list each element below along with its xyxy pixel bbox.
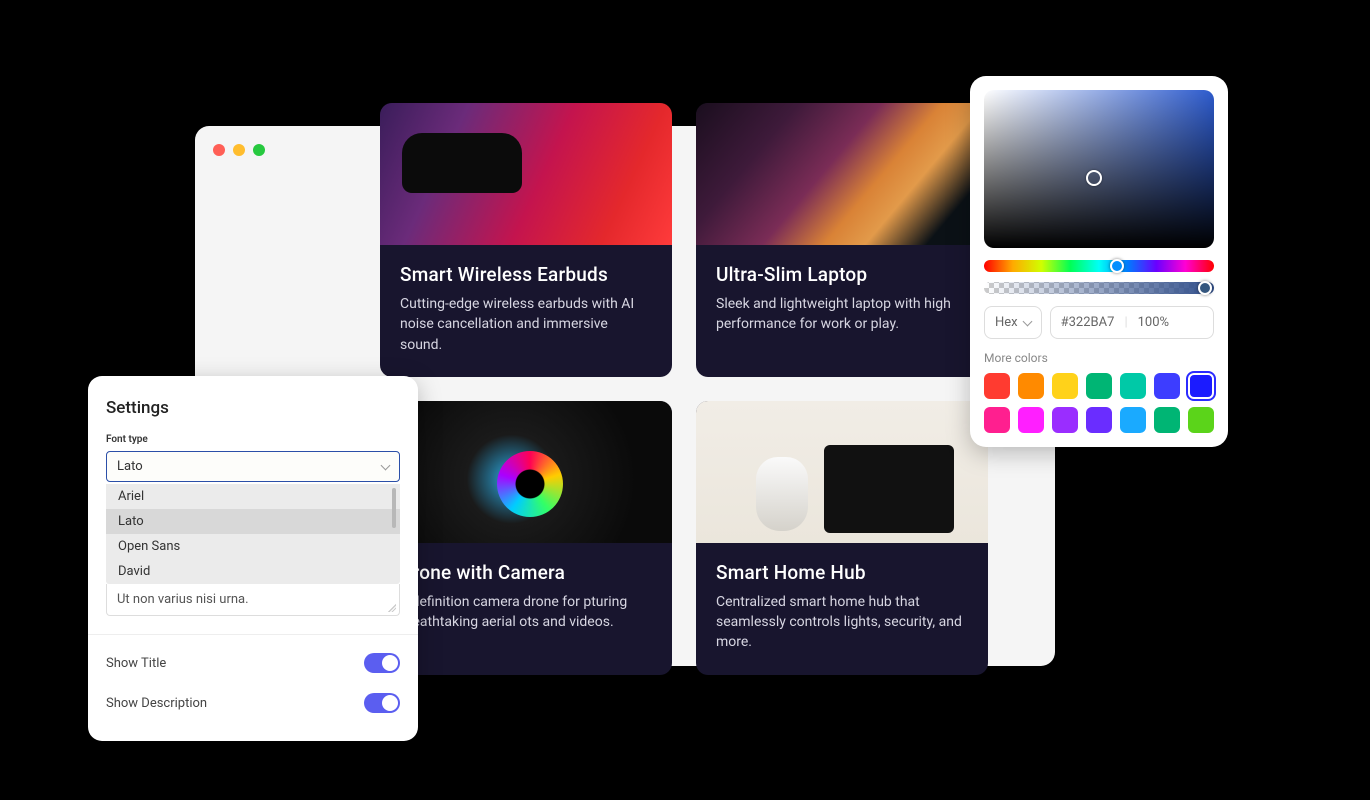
color-swatch[interactable] bbox=[1086, 407, 1112, 433]
font-option[interactable]: Ariel bbox=[106, 484, 400, 509]
color-swatch[interactable] bbox=[1188, 407, 1214, 433]
product-description: Centralized smart home hub that seamless… bbox=[716, 592, 968, 653]
font-option[interactable]: Lato bbox=[106, 509, 400, 534]
opacity-slider[interactable] bbox=[984, 282, 1214, 294]
font-type-dropdown: Ariel Lato Open Sans David bbox=[106, 484, 400, 584]
product-cards-grid: Smart Wireless Earbuds Cutting-edge wire… bbox=[380, 103, 988, 675]
hex-value: #322BA7 bbox=[1061, 315, 1115, 330]
maximize-window-icon[interactable] bbox=[253, 144, 265, 156]
hue-thumb[interactable] bbox=[1110, 259, 1124, 273]
color-swatch[interactable] bbox=[1018, 373, 1044, 399]
color-swatch[interactable] bbox=[1086, 373, 1112, 399]
color-swatch[interactable] bbox=[984, 373, 1010, 399]
color-swatch[interactable] bbox=[1154, 373, 1180, 399]
minimize-window-icon[interactable] bbox=[233, 144, 245, 156]
chevron-down-icon bbox=[381, 460, 391, 470]
product-image bbox=[696, 401, 988, 543]
color-inputs: Hex #322BA7 | 100% bbox=[984, 306, 1214, 339]
color-swatch[interactable] bbox=[1052, 373, 1078, 399]
input-divider: | bbox=[1124, 315, 1127, 330]
close-window-icon[interactable] bbox=[213, 144, 225, 156]
product-image bbox=[380, 103, 672, 245]
show-title-row: Show Title bbox=[106, 643, 400, 683]
product-title: Smart Home Hub bbox=[716, 561, 968, 584]
font-type-select[interactable]: Lato bbox=[106, 451, 400, 482]
settings-title: Settings bbox=[106, 398, 400, 418]
opacity-thumb[interactable] bbox=[1198, 281, 1212, 295]
product-description: Cutting-edge wireless earbuds with AI no… bbox=[400, 294, 652, 355]
more-colors-label: More colors bbox=[984, 351, 1214, 365]
divider bbox=[88, 634, 418, 635]
settings-panel: Settings Font type Lato Ariel Lato Open … bbox=[88, 376, 418, 741]
show-description-toggle[interactable] bbox=[364, 693, 400, 713]
color-swatch[interactable] bbox=[1154, 407, 1180, 433]
product-description: h-definition camera drone for pturing br… bbox=[400, 592, 652, 633]
opacity-value: 100% bbox=[1138, 315, 1169, 330]
font-type-selected-value: Lato bbox=[117, 459, 143, 474]
show-title-label: Show Title bbox=[106, 656, 166, 671]
product-card[interactable]: Ultra-Slim Laptop Sleek and lightweight … bbox=[696, 103, 988, 377]
show-title-toggle[interactable] bbox=[364, 653, 400, 673]
hue-slider[interactable] bbox=[984, 260, 1214, 272]
saturation-value-panel[interactable] bbox=[984, 90, 1214, 248]
show-description-row: Show Description bbox=[106, 683, 400, 723]
product-image bbox=[380, 401, 672, 543]
product-image bbox=[696, 103, 988, 245]
color-swatch[interactable] bbox=[1120, 373, 1146, 399]
sv-thumb[interactable] bbox=[1086, 170, 1102, 186]
color-swatch[interactable] bbox=[1052, 407, 1078, 433]
description-textarea[interactable]: Ut non varius nisi urna. bbox=[106, 584, 400, 616]
color-swatch[interactable] bbox=[1018, 407, 1044, 433]
product-description: Sleek and lightweight laptop with high p… bbox=[716, 294, 968, 335]
product-title: Smart Wireless Earbuds bbox=[400, 263, 652, 286]
product-title: Ultra-Slim Laptop bbox=[716, 263, 968, 286]
font-option[interactable]: Open Sans bbox=[106, 534, 400, 559]
hex-input-group[interactable]: #322BA7 | 100% bbox=[1050, 306, 1214, 339]
color-mode-value: Hex bbox=[995, 315, 1018, 330]
product-card[interactable]: Drone with Camera h-definition camera dr… bbox=[380, 401, 672, 675]
show-description-label: Show Description bbox=[106, 696, 207, 711]
chevron-down-icon bbox=[1022, 316, 1032, 326]
window-controls bbox=[213, 144, 265, 156]
color-swatch[interactable] bbox=[1120, 407, 1146, 433]
swatch-grid bbox=[984, 373, 1214, 433]
color-mode-select[interactable]: Hex bbox=[984, 306, 1042, 339]
product-title: Drone with Camera bbox=[400, 561, 652, 584]
color-swatch[interactable] bbox=[984, 407, 1010, 433]
product-card[interactable]: Smart Wireless Earbuds Cutting-edge wire… bbox=[380, 103, 672, 377]
color-swatch[interactable] bbox=[1188, 373, 1214, 399]
font-type-label: Font type bbox=[106, 434, 400, 445]
color-picker-panel: Hex #322BA7 | 100% More colors bbox=[970, 76, 1228, 447]
font-option[interactable]: David bbox=[106, 559, 400, 584]
product-card[interactable]: Smart Home Hub Centralized smart home hu… bbox=[696, 401, 988, 675]
